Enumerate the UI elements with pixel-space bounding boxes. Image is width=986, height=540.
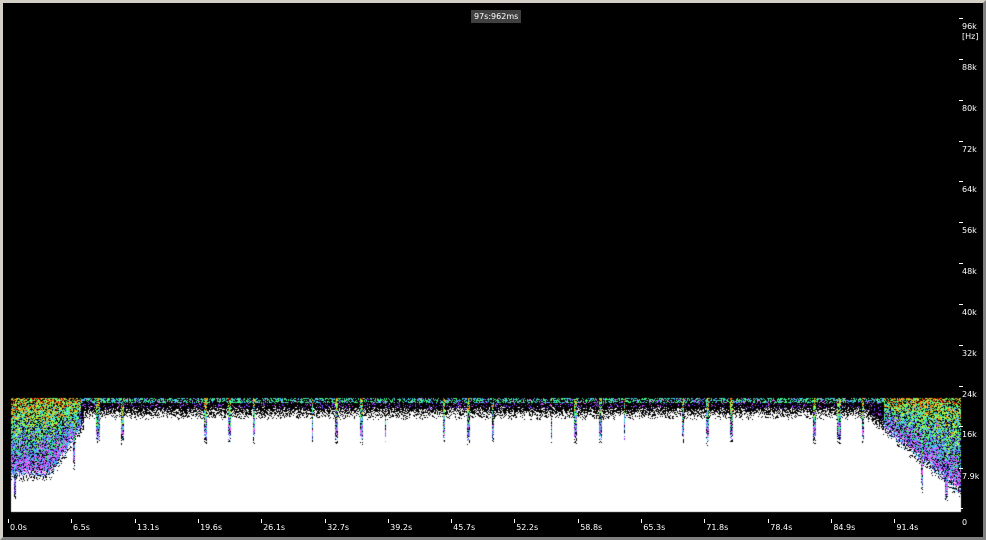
y-tick-label: 16k [962,430,977,440]
x-tick-label: 6.5s [73,523,90,532]
x-tick-label: 58.8s [580,523,603,532]
x-tick [135,519,137,523]
y-tick [959,181,963,183]
y-tick [959,140,963,142]
x-tick-label: 84.9s [833,523,856,532]
x-tick [514,519,516,523]
y-tick [959,426,963,428]
x-tick-label: 71.8s [706,523,729,532]
x-tick-label: 0.0s [10,523,27,532]
x-tick-label: 32.7s [327,523,350,532]
x-tick-label: 13.1s [137,523,160,532]
y-tick [959,385,963,387]
y-tick [959,508,963,509]
y-tick [959,18,963,19]
y-tick [959,222,963,224]
y-tick-label: 64k [962,185,977,195]
spectrogram-window [0,0,986,540]
x-tick [641,519,643,523]
x-tick [768,519,770,523]
x-tick [325,519,327,523]
y-tick [959,263,963,264]
x-tick [578,519,580,523]
x-tick [198,519,200,523]
x-tick-label: 45.7s [453,523,476,532]
y-tick-label: 72k [962,144,977,154]
x-tick [894,519,896,523]
x-tick-label: 19.6s [200,523,223,532]
y-tick-label: 56k [962,226,977,236]
x-tick [71,519,73,523]
x-tick [388,519,390,523]
x-tick [261,519,263,523]
x-tick [704,519,706,523]
y-tick-label: 88k [962,62,977,72]
duration-badge: 97s:962ms [471,10,522,23]
x-tick-label: 26.1s [263,523,286,532]
spectrogram-plot[interactable] [3,3,983,537]
y-tick [959,58,963,60]
y-tick-label: 24k [962,389,977,399]
y-tick [959,467,963,469]
y-tick-label: 48k [962,267,977,276]
y-tick-label: 32k [962,348,977,358]
x-tick-label: 78.4s [770,523,793,532]
x-tick-label: 39.2s [390,523,413,532]
y-tick-label: 0 [962,518,968,527]
y-tick [959,344,963,346]
x-tick-label: 52.2s [516,523,539,532]
y-tick-label: 80k [962,103,977,113]
x-tick-label: 91.4s [896,523,919,532]
y-tick-label: 7.9k [962,471,980,481]
x-tick-label: 65.3s [643,523,666,532]
y-tick [959,99,963,101]
y-axis-unit: [Hz] [962,32,979,41]
x-tick [831,519,833,523]
y-tick-label: 40k [962,307,977,317]
x-tick [8,519,9,523]
y-tick-label: 96k [962,22,977,31]
x-tick [451,519,453,523]
y-tick [959,303,963,305]
